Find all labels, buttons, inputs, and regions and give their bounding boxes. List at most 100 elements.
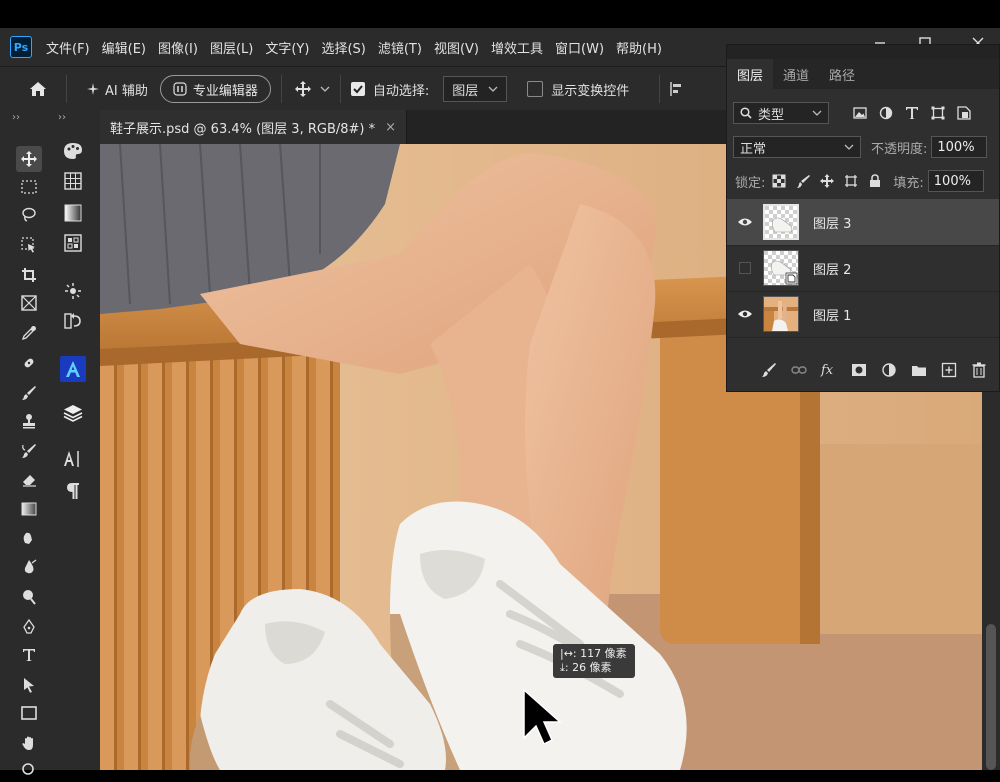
paragraph-panel-icon[interactable] [60,478,86,504]
move-tool-icon[interactable] [16,146,42,172]
eraser-tool-icon[interactable] [16,466,42,492]
filter-type-dropdown[interactable]: 类型 [733,102,829,124]
blur-tool-icon[interactable] [16,554,42,580]
panel-tabs: 图层 通道 路径 [727,59,999,89]
menu-help[interactable]: 帮助(H) [616,38,662,57]
document-tab[interactable]: 鞋子展示.psd @ 63.4% (图层 3, RGB/8#) * × [100,110,408,144]
path-selection-tool-icon[interactable] [16,672,42,698]
layer-row[interactable]: 图层 1 [727,291,999,338]
close-tab-icon[interactable]: × [385,120,396,135]
brush-link-icon[interactable] [759,360,779,380]
sparkle-icon [87,83,99,95]
lock-artboard-icon[interactable] [841,171,861,191]
move-tool-icon[interactable] [294,80,312,98]
dodge-tool-icon[interactable] [16,584,42,610]
zoom-tool-icon[interactable] [16,756,42,782]
menu-view[interactable]: 视图(V) [434,38,479,57]
marquee-tool-icon[interactable] [16,174,42,200]
menu-type[interactable]: 文字(Y) [265,38,309,57]
eye-icon[interactable] [737,214,753,230]
adjustments-icon[interactable] [60,278,86,304]
filter-type-value: 类型 [758,107,785,123]
auto-select-dropdown[interactable]: 图层 [443,76,508,102]
layers-panel-icon[interactable] [60,400,86,426]
patterns-icon[interactable] [60,230,86,256]
add-mask-icon[interactable] [849,360,869,380]
scroll-thumb[interactable] [986,624,996,770]
menu-select[interactable]: 选择(S) [321,38,365,57]
menu-edit[interactable]: 编辑(E) [102,38,146,57]
shape-filter-icon[interactable] [927,102,949,124]
side-panel-icons [54,124,94,514]
adjustment-filter-icon[interactable] [875,102,897,124]
lasso-tool-icon[interactable] [16,202,42,228]
history-panel-icon[interactable] [60,308,86,334]
layer-style-fx-icon[interactable]: fx [819,360,839,380]
home-icon[interactable] [22,73,54,105]
divider [280,75,282,103]
collapse-panel-icon[interactable]: ›› [58,112,66,123]
pen-tool-icon[interactable] [16,614,42,640]
new-group-folder-icon[interactable] [909,360,929,380]
collapse-toolbar-icon[interactable]: ›› [12,112,20,123]
adjustment-layer-icon[interactable] [879,360,899,380]
object-select-tool-icon[interactable] [16,232,42,258]
divider [659,75,661,103]
palette-icon[interactable] [60,138,86,164]
lock-all-icon[interactable] [865,171,885,191]
menu-window[interactable]: 窗口(W) [555,38,604,57]
history-brush-tool-icon[interactable] [16,438,42,464]
menu-layer[interactable]: 图层(L) [210,38,253,57]
lock-position-icon[interactable] [817,171,837,191]
character-panel-icon[interactable] [60,446,86,472]
type-filter-icon[interactable] [901,102,923,124]
tab-layers[interactable]: 图层 [727,59,774,89]
eyedropper-tool-icon[interactable] [16,320,42,346]
new-layer-icon[interactable] [939,360,959,380]
crop-tool-icon[interactable] [16,262,42,288]
rectangle-tool-icon[interactable] [16,700,42,726]
tab-channels[interactable]: 通道 [773,59,819,89]
lock-transparent-icon[interactable] [769,171,789,191]
clone-stamp-tool-icon[interactable] [16,408,42,434]
menu-image[interactable]: 图像(I) [158,38,198,57]
align-left-icon[interactable] [670,81,684,97]
opacity-input[interactable]: 100% [931,136,988,158]
gradients-panel-icon[interactable] [60,200,86,226]
fill-input[interactable]: 100% [927,170,984,192]
gradient-tool-icon[interactable] [16,496,42,522]
plugin-a-icon[interactable] [60,356,86,382]
pro-editor-button[interactable]: 专业编辑器 [159,75,271,103]
cursor-arrow-icon [520,688,564,748]
menu-plugins[interactable]: 增效工具 [491,38,543,57]
lock-pixels-brush-icon[interactable] [793,171,813,191]
trash-icon[interactable] [969,360,989,380]
image-filter-icon[interactable] [849,102,871,124]
toggle-icon [173,82,187,96]
tab-paths[interactable]: 路径 [819,59,865,89]
blend-mode-dropdown[interactable]: 正常 [733,136,861,158]
auto-select-checkbox[interactable] [350,82,365,96]
smart-object-filter-icon[interactable] [953,102,975,124]
healing-brush-tool-icon[interactable] [16,350,42,376]
eye-icon[interactable] [737,306,753,322]
blend-row: 正常 不透明度: 100% [727,135,999,159]
chevron-down-icon[interactable] [320,85,330,93]
menu-filter[interactable]: 滤镜(T) [378,38,422,57]
layer-row[interactable]: 图层 3 [727,199,999,246]
hand-tool-icon[interactable] [16,730,42,756]
layer-row[interactable]: 图层 2 [727,245,999,292]
layer-name: 图层 1 [813,308,852,324]
frame-tool-icon[interactable] [16,290,42,316]
swatches-icon[interactable] [60,168,86,194]
search-icon [740,107,752,119]
layer-thumbnail-transparent-shoe [763,204,799,240]
link-layers-icon[interactable] [789,360,809,380]
show-transform-checkbox[interactable] [527,81,544,97]
smudge-tool-icon[interactable] [16,526,42,552]
type-tool-icon[interactable] [16,642,42,668]
ai-assist-button[interactable]: AI 辅助 [87,80,148,99]
visibility-toggle-hidden[interactable] [737,260,753,276]
brush-tool-icon[interactable] [16,380,42,406]
menu-file[interactable]: 文件(F) [46,38,90,57]
